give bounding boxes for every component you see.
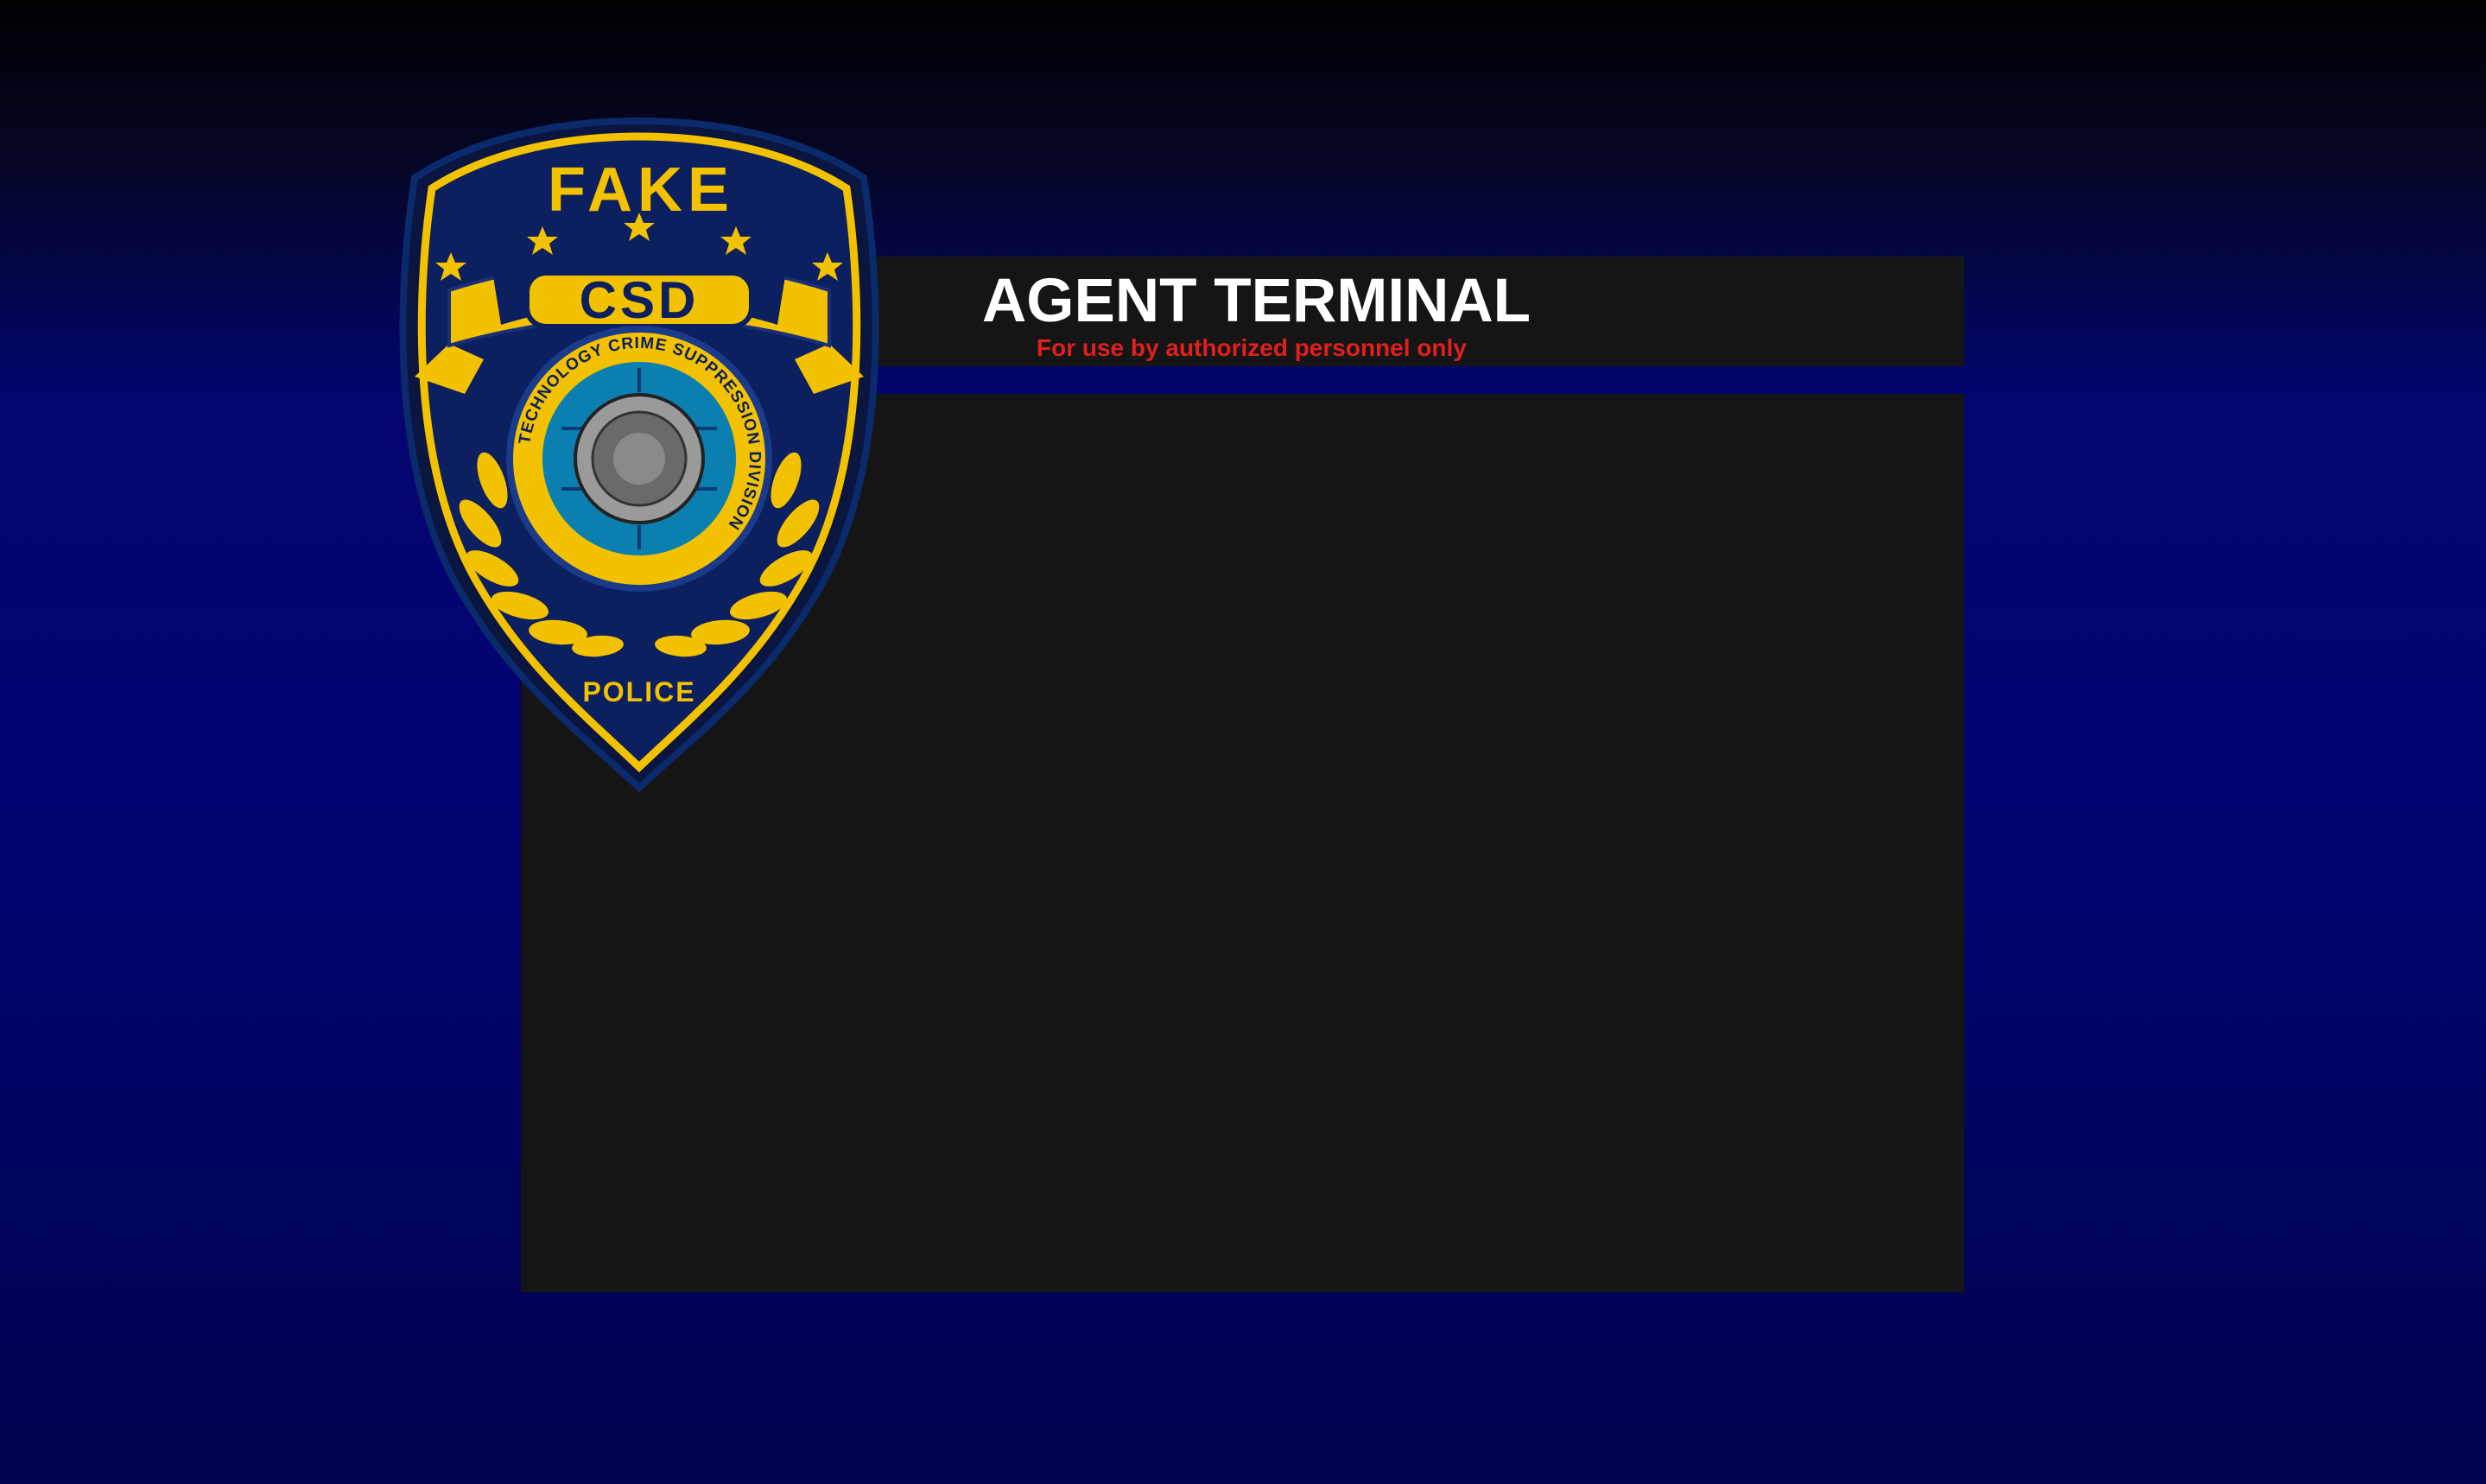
page-subtitle: For use by authorized personnel only — [1037, 334, 1467, 361]
badge-bottom-text: POLICE — [582, 676, 695, 707]
badge-banner-text: CSD — [580, 271, 700, 329]
police-badge-icon: FAKE CSD TECHNOLOGY CRIME SUPPRESSION DI… — [397, 117, 881, 800]
agent-terminal-page: { "window": { "title": "AGENT TERMINAL",… — [0, 0, 2486, 1484]
page-title: AGENT TERMINAL — [982, 267, 1532, 335]
badge-top-text: FAKE — [548, 155, 734, 225]
